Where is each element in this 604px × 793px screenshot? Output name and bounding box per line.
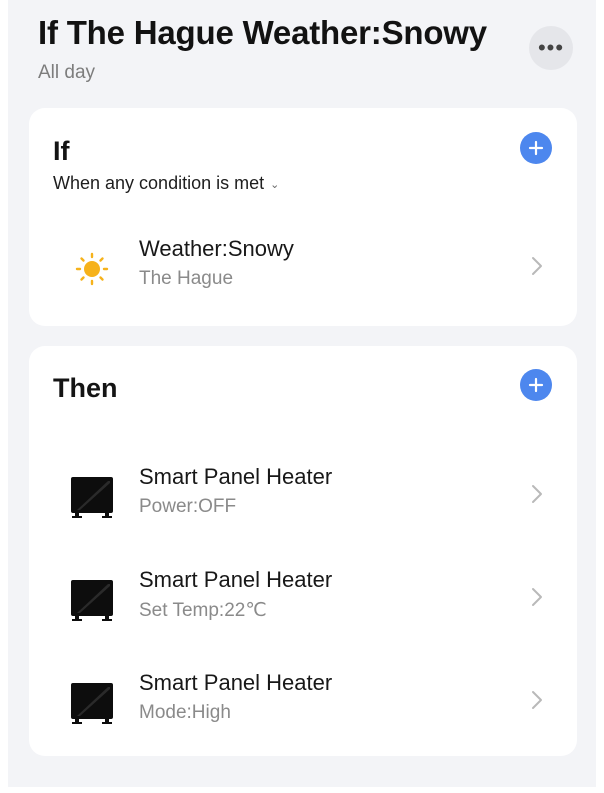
action-device-name: Smart Panel Heater bbox=[139, 567, 333, 592]
action-device-name: Smart Panel Heater bbox=[139, 670, 333, 695]
action-detail: Set Temp:22℃ bbox=[139, 600, 267, 621]
plus-circle-icon bbox=[528, 377, 544, 393]
action-row[interactable]: Smart Panel Heater Power:OFF bbox=[29, 454, 577, 534]
panel-heater-icon bbox=[67, 575, 117, 625]
add-action-button[interactable] bbox=[520, 369, 552, 401]
plus-circle-icon bbox=[528, 140, 544, 156]
chevron-right-icon bbox=[529, 252, 545, 280]
schedule-subtitle[interactable]: All day bbox=[38, 62, 95, 84]
condition-mode-dropdown[interactable]: When any condition is met ⌄ bbox=[53, 173, 279, 194]
then-heading: Then bbox=[53, 373, 118, 403]
action-detail: Power:OFF bbox=[139, 496, 237, 517]
condition-row[interactable]: Weather:Snowy The Hague bbox=[29, 226, 577, 306]
if-heading: If bbox=[53, 136, 70, 166]
panel-heater-icon bbox=[67, 472, 117, 522]
page-title: If The Hague Weather:Snowy bbox=[38, 14, 487, 51]
then-card: Then Smart Panel Heater Power:OFF Smart … bbox=[29, 346, 577, 756]
condition-mode-label: When any condition is met bbox=[53, 173, 265, 193]
condition-name: Weather:Snowy bbox=[139, 236, 294, 261]
if-card: If When any condition is met ⌄ Weather:S… bbox=[29, 108, 577, 326]
action-device-name: Smart Panel Heater bbox=[139, 464, 333, 489]
action-detail: Mode:High bbox=[139, 702, 231, 723]
action-row[interactable]: Smart Panel Heater Set Temp:22℃ bbox=[29, 557, 577, 637]
more-options-button[interactable]: ••• bbox=[529, 26, 573, 70]
chevron-right-icon bbox=[529, 480, 545, 508]
chevron-right-icon bbox=[529, 686, 545, 714]
add-condition-button[interactable] bbox=[520, 132, 552, 164]
scene-detail-screen: If The Hague Weather:Snowy All day ••• I… bbox=[8, 0, 596, 787]
action-row[interactable]: Smart Panel Heater Mode:High bbox=[29, 660, 577, 740]
chevron-down-icon: ⌄ bbox=[270, 179, 280, 191]
condition-detail: The Hague bbox=[139, 268, 234, 289]
more-dots-icon: ••• bbox=[537, 35, 565, 60]
chevron-right-icon bbox=[529, 583, 545, 611]
sun-icon bbox=[67, 244, 117, 294]
panel-heater-icon bbox=[67, 678, 117, 728]
